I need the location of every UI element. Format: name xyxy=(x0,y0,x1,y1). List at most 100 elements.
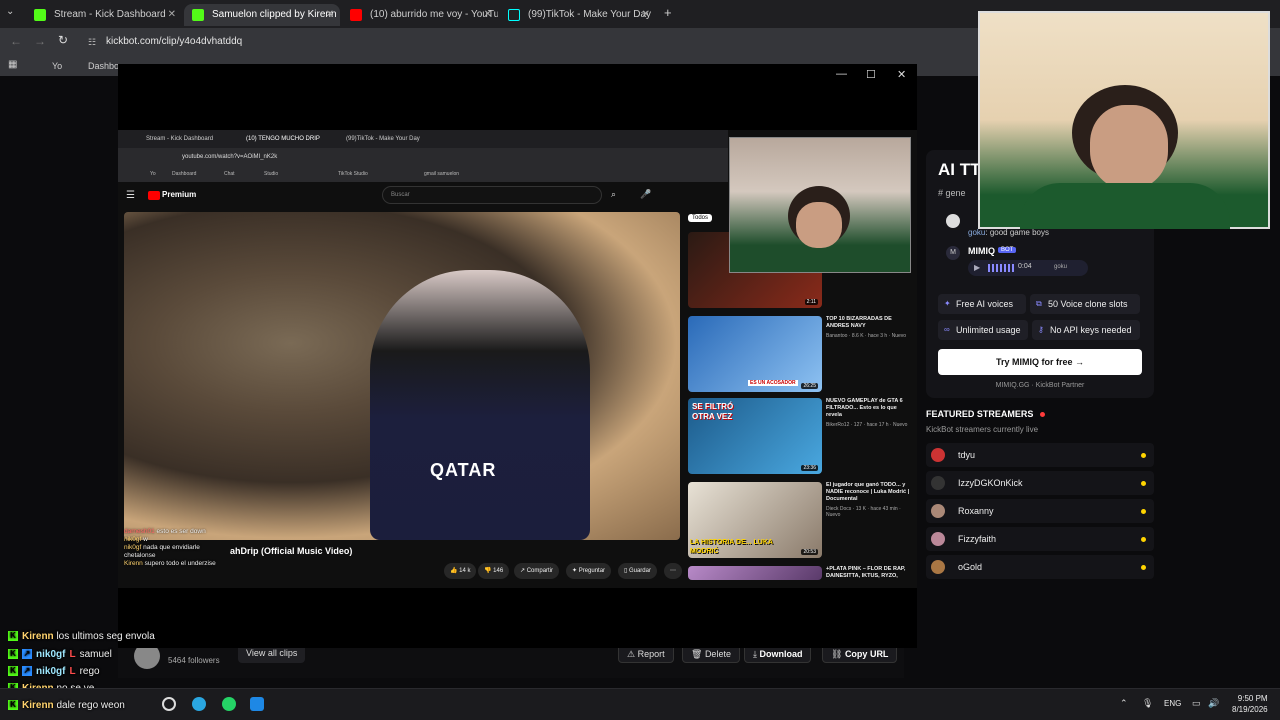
youtube-logo-icon xyxy=(148,191,160,200)
key-icon: ⚷ xyxy=(1038,325,1044,334)
partner-text: MIMIQ.GG · KickBot Partner xyxy=(995,382,1085,389)
close-icon[interactable]: ✕ xyxy=(642,4,650,26)
bot-badge: BOT xyxy=(998,247,1017,253)
close-icon[interactable]: ✕ xyxy=(168,4,176,26)
clone-icon: ⧉ xyxy=(1036,299,1042,308)
tab-youtube[interactable]: (10) aburrido me voy - YouTube ✕ xyxy=(342,4,498,26)
feature-label: No API keys needed xyxy=(1050,325,1132,335)
chat-message: K Kirenn los ultimos seg envola xyxy=(8,630,155,644)
webcam-recorded xyxy=(729,137,911,273)
inner-url: youtube.com/watch?v=AOiMI_nK2k xyxy=(182,154,278,160)
tab-label: (99)TikTok - Make Your Day xyxy=(528,9,652,20)
telegram-icon[interactable] xyxy=(192,697,206,711)
inner-tab-label: (99)TikTok - Make Your Day xyxy=(346,136,420,142)
audio-user: goku xyxy=(1054,264,1068,270)
maximize-icon[interactable]: ☐ xyxy=(866,68,876,81)
new-tab-button[interactable]: + xyxy=(664,5,672,20)
live-dot-icon xyxy=(1039,412,1045,418)
inner-bookmarks: Yo Dashboard Chat Studio TikTok Studio g… xyxy=(118,166,728,182)
play-icon[interactable]: ▶ xyxy=(974,263,980,272)
close-icon[interactable]: ✕ xyxy=(484,4,492,26)
url-text: kickbot.com/clip/y4o4dvhatddq xyxy=(106,36,243,47)
tray-chevron-icon[interactable]: ⌃ xyxy=(1120,698,1128,709)
audio-player[interactable]: ▶ 0:04 goku xyxy=(968,260,1088,276)
mic-icon: 🎤 xyxy=(640,189,652,199)
tab-samuelon-clip[interactable]: Samuelon clipped by Kirenn ✕ xyxy=(184,4,340,26)
video-chat-line: Kirenn supero todo el underzise xyxy=(124,560,216,567)
chat-user: Kirenn xyxy=(22,631,54,642)
mic-tray-icon[interactable]: 🎙 xyxy=(1142,698,1153,709)
feature-voice-clone: ⧉ 50 Voice clone slots xyxy=(1030,294,1140,314)
youtube-icon xyxy=(350,9,362,21)
yt-search-box: Buscar ⌕ xyxy=(382,186,616,204)
taskbar-clock[interactable]: 9:50 PM 8/19/2026 xyxy=(1232,693,1268,715)
webcam-face xyxy=(796,202,842,248)
tab-kick-dashboard[interactable]: Stream - Kick Dashboard ✕ xyxy=(26,4,182,26)
bookmark-yo[interactable]: Yo xyxy=(52,61,62,71)
msg-text: good game boys xyxy=(989,228,1049,237)
app-icon[interactable] xyxy=(250,697,264,711)
clip-followers: 5464 followers xyxy=(168,656,220,665)
streamer-fizzyfaith[interactable]: Fizzyfaith xyxy=(926,527,1154,551)
duration-badge: 23:36 xyxy=(801,465,818,471)
reload-icon[interactable]: ↻ xyxy=(58,33,68,47)
language-indicator[interactable]: ENG xyxy=(1164,699,1181,708)
try-mimiq-button[interactable]: Try MIMIQ for free → xyxy=(938,349,1142,375)
waveform xyxy=(988,264,1014,272)
tab-tiktok[interactable]: (99)TikTok - Make Your Day ✕ xyxy=(500,4,656,26)
streamer-izzy[interactable]: IzzyDGKOnKick xyxy=(926,471,1154,495)
sparkle-icon: ✦ xyxy=(944,299,951,308)
chat-user: nik0gf xyxy=(36,649,66,660)
trash-icon: 🗑 xyxy=(691,649,705,659)
share-label: Compartir xyxy=(526,568,554,574)
streamer-name: IzzyDGKOnKick xyxy=(958,478,1023,488)
chat-message: K ↗ nik0gf Lrego xyxy=(8,665,100,679)
kick-badge-icon: K xyxy=(8,631,18,642)
rec-meta: Dieck Docs · 13 K · hace 43 min · Nuevo xyxy=(826,506,901,518)
close-icon[interactable]: ✕ xyxy=(326,4,334,26)
webcam-face xyxy=(1090,105,1168,189)
thumb-text: LA HISTORIA DE... LUKA MODRIĆ xyxy=(690,539,773,555)
url-field[interactable]: ☷ kickbot.com/clip/y4o4dvhatddq xyxy=(86,33,966,51)
obs-icon[interactable] xyxy=(162,697,176,711)
feature-label: Unlimited usage xyxy=(956,325,1021,335)
volume-icon[interactable]: 🔊 xyxy=(1208,698,1219,709)
streamer-tdyu[interactable]: tdyu xyxy=(926,443,1154,467)
inner-bookmark: Dashboard xyxy=(172,171,197,177)
network-icon[interactable]: ▭ xyxy=(1192,698,1201,709)
featured-title: FEATURED STREAMERS xyxy=(926,409,1045,419)
feature-no-api-keys: ⚷ No API keys needed xyxy=(1032,320,1140,340)
save-button: ▯ Guardar xyxy=(618,563,657,579)
chat-text: los ultimos seg envola xyxy=(56,631,155,642)
chat-text: rego xyxy=(79,666,100,677)
webcam-jersey xyxy=(1020,183,1230,229)
rec-meta: BikerRo12 · 127 · hace 17 h · Nuevo xyxy=(826,422,908,428)
sub-badge-icon: ↗ xyxy=(22,666,32,677)
streamer-ogold[interactable]: oGold xyxy=(926,555,1154,579)
streamer-roxanny[interactable]: Roxanny xyxy=(926,499,1154,523)
chat-label: L xyxy=(69,649,76,660)
close-window-icon[interactable]: ✕ xyxy=(897,68,906,81)
tab-search-icon[interactable]: ⌄ xyxy=(6,6,14,17)
forward-icon[interactable]: → xyxy=(34,34,46,48)
whatsapp-icon[interactable] xyxy=(222,697,236,711)
inner-tab-bar: Stream - Kick Dashboard (10) TENGO MUCHO… xyxy=(118,130,728,148)
link-icon: ⛓ xyxy=(831,649,845,659)
bot-avatar: M xyxy=(946,246,960,260)
inner-bookmark: gmail samuelon xyxy=(424,171,460,177)
back-icon[interactable]: ← xyxy=(10,34,22,48)
thumb-text: SE FILTRÓ OTRA VEZ xyxy=(692,402,734,421)
minimize-icon[interactable]: — xyxy=(836,68,847,80)
live-indicator xyxy=(1141,537,1146,542)
save-label: Guardar xyxy=(628,568,651,574)
audio-time: 0:04 xyxy=(1018,263,1032,270)
apps-icon[interactable]: ▦ xyxy=(8,59,17,70)
rec-thumbnail: ES UN ACOSADOR 26:25 xyxy=(688,316,822,392)
likes-count: 14 k xyxy=(459,568,471,574)
tab-label: Stream - Kick Dashboard xyxy=(54,9,166,20)
tiktok-icon xyxy=(508,9,520,21)
site-info-icon[interactable]: ☷ xyxy=(88,33,96,51)
chat-user: Kirenn xyxy=(22,700,54,711)
video-chat-overlay: darnesh01 esto es ser down nik0gf w nik0… xyxy=(124,528,284,568)
yt-search-placeholder: Buscar xyxy=(391,192,410,198)
